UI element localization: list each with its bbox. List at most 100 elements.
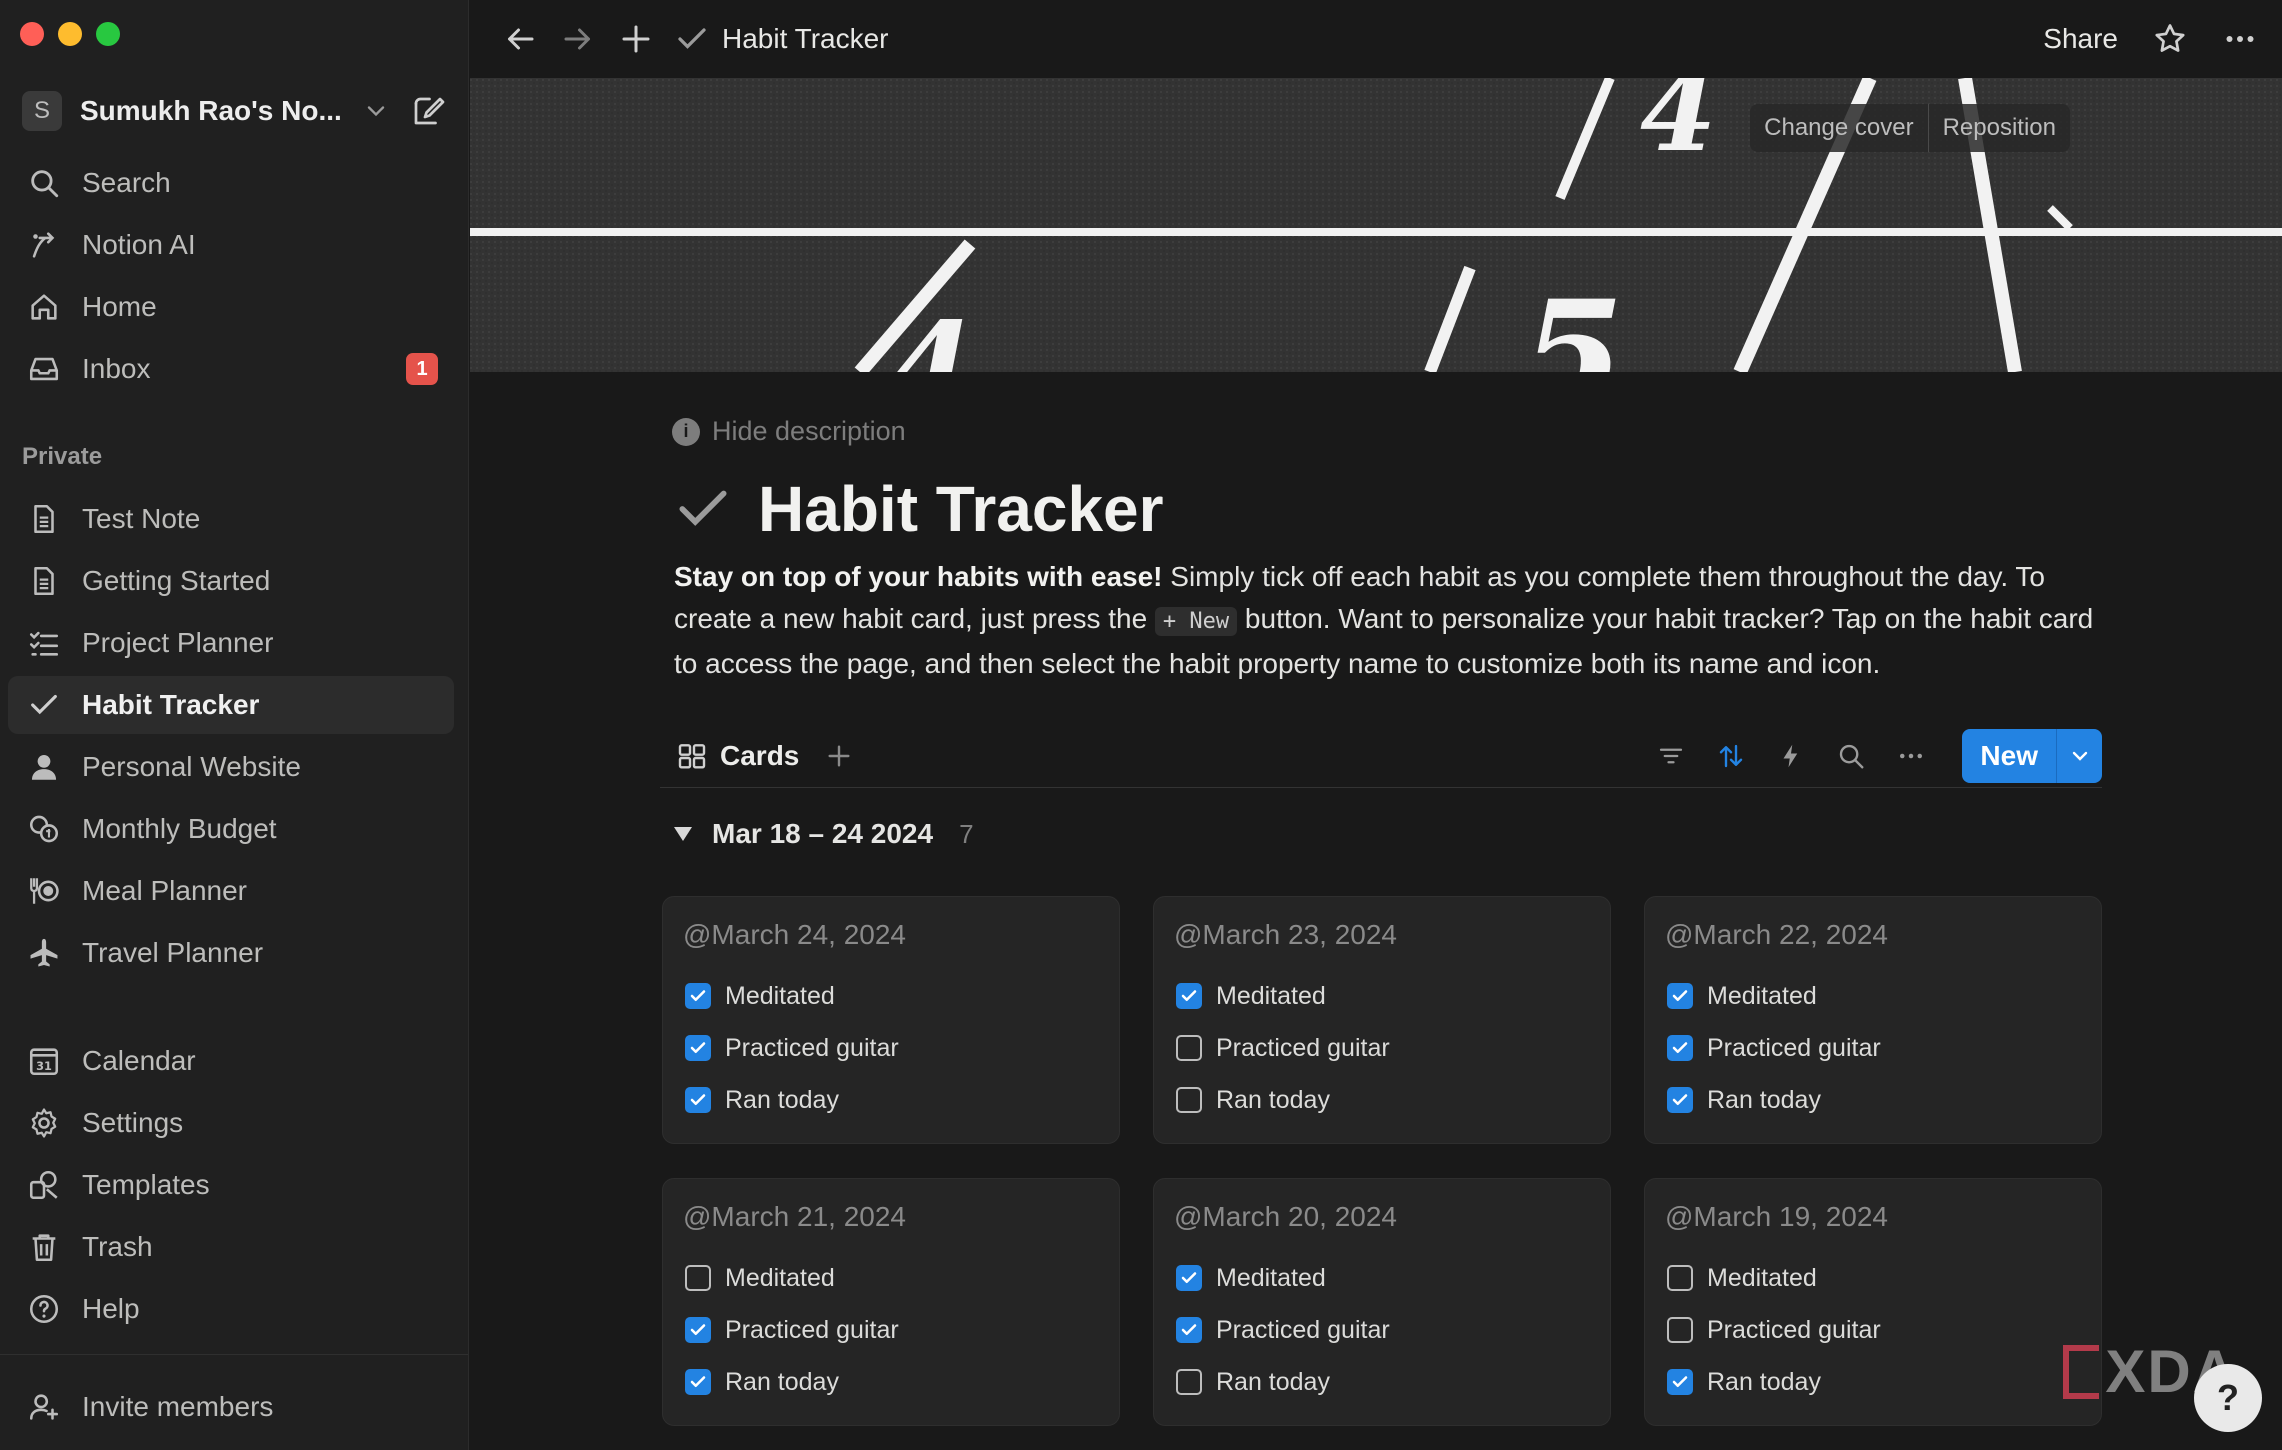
check-icon <box>26 687 62 723</box>
forward-button[interactable] <box>556 17 600 61</box>
habit-label: Ran today <box>1216 1367 1330 1396</box>
habit-card[interactable]: @March 22, 2024 Meditated Practiced guitar… <box>1644 896 2102 1144</box>
sidebar-item-habit-tracker[interactable]: Habit Tracker <box>8 676 454 734</box>
habit-checkbox[interactable] <box>1667 1087 1693 1113</box>
workspace-switcher[interactable]: S Sumukh Rao's No... <box>22 88 446 134</box>
sidebar-item-monthly-budget[interactable]: Monthly Budget <box>8 800 454 858</box>
sort-icon[interactable] <box>1716 741 1746 771</box>
group-header[interactable]: Mar 18 – 24 2024 7 <box>674 814 974 854</box>
sidebar-item-label: Monthly Budget <box>82 813 277 844</box>
hide-description-button[interactable]: i Hide description <box>672 416 906 447</box>
window-controls <box>20 22 120 46</box>
habit-checkbox[interactable] <box>1667 1265 1693 1291</box>
habit-label: Ran today <box>1216 1085 1330 1114</box>
habit-checkbox[interactable] <box>1667 983 1693 1009</box>
page-title[interactable]: Habit Tracker <box>758 472 1164 546</box>
sidebar-item-test-note[interactable]: Test Note <box>8 490 454 548</box>
sidebar-item-travel-planner[interactable]: Travel Planner <box>8 924 454 982</box>
new-page-icon[interactable] <box>410 93 446 129</box>
habit-label: Meditated <box>1216 1263 1326 1292</box>
view-tab-cards[interactable]: Cards <box>676 724 799 788</box>
sidebar-item-getting-started[interactable]: Getting Started <box>8 552 454 610</box>
calendar-icon: 31 <box>26 1043 62 1079</box>
private-section-label[interactable]: Private <box>22 443 102 471</box>
habit-checkbox[interactable] <box>1176 1317 1202 1343</box>
sidebar-item-templates[interactable]: Templates <box>8 1156 454 1214</box>
habit-checkbox[interactable] <box>1667 1369 1693 1395</box>
habit-checkbox[interactable] <box>685 1035 711 1061</box>
habit-checkbox[interactable] <box>685 1317 711 1343</box>
check-icon[interactable] <box>672 478 734 540</box>
habit-checkbox[interactable] <box>1176 1087 1202 1113</box>
add-view-icon[interactable] <box>823 740 855 772</box>
minimize-window-button[interactable] <box>58 22 82 46</box>
more-horizontal-icon[interactable] <box>1896 741 1926 771</box>
habit-checkbox[interactable] <box>685 1369 711 1395</box>
habit-checkbox[interactable] <box>1176 1035 1202 1061</box>
close-window-button[interactable] <box>20 22 44 46</box>
habit-card[interactable]: @March 21, 2024 Meditated Practiced guitar… <box>662 1178 1120 1426</box>
habit-checkbox[interactable] <box>685 1087 711 1113</box>
sidebar-item-notion-ai[interactable]: Notion AI <box>8 216 454 274</box>
help-floating-button[interactable]: ? <box>2194 1364 2262 1432</box>
habit-checkbox[interactable] <box>1176 1265 1202 1291</box>
inbox-icon <box>26 351 62 387</box>
habit-card-date: @March 24, 2024 <box>683 919 906 950</box>
habit-checkbox[interactable] <box>1176 983 1202 1009</box>
collapse-triangle-icon[interactable] <box>674 827 692 841</box>
automation-lightning-icon[interactable] <box>1776 741 1806 771</box>
maximize-window-button[interactable] <box>96 22 120 46</box>
page-description[interactable]: Stay on top of your habits with ease! Si… <box>674 556 2094 685</box>
habit-checkbox[interactable] <box>685 1265 711 1291</box>
gallery-icon <box>678 743 706 769</box>
habit-card[interactable]: @March 24, 2024 Meditated Practiced guitar… <box>662 896 1120 1144</box>
workspace-name: Sumukh Rao's No... <box>80 95 342 126</box>
sidebar-item-settings[interactable]: Settings <box>8 1094 454 1152</box>
sidebar-item-meal-planner[interactable]: Meal Planner <box>8 862 454 920</box>
gear-icon <box>26 1105 62 1141</box>
sidebar-item-calendar[interactable]: 31 Calendar <box>8 1032 454 1090</box>
habit-card[interactable]: @March 23, 2024 Meditated Practiced guitar… <box>1153 896 1611 1144</box>
new-button[interactable]: New <box>1962 729 2056 783</box>
sidebar-item-personal-website[interactable]: Personal Website <box>8 738 454 796</box>
reposition-cover-button[interactable]: Reposition <box>1927 104 2070 152</box>
sidebar-item-trash[interactable]: Trash <box>8 1218 454 1276</box>
invite-members-button[interactable]: Invite members <box>8 1378 454 1436</box>
habit-card-date: @March 23, 2024 <box>1174 919 1397 950</box>
favorite-button[interactable] <box>2148 17 2192 61</box>
habit-card[interactable]: @March 20, 2024 Meditated Practiced guitar… <box>1153 1178 1611 1426</box>
sidebar-item-search[interactable]: Search <box>8 154 454 212</box>
change-cover-button[interactable]: Change cover <box>1750 104 1927 152</box>
sidebar-item-project-planner[interactable]: Project Planner <box>8 614 454 672</box>
filter-icon[interactable] <box>1656 741 1686 771</box>
chevron-down-icon <box>2072 751 2087 761</box>
habit-card[interactable]: @March 19, 2024 Meditated Practiced guitar… <box>1644 1178 2102 1426</box>
inbox-unread-badge: 1 <box>406 353 438 385</box>
habit-checkbox[interactable] <box>1667 1035 1693 1061</box>
checkmark-icon <box>1672 1376 1688 1388</box>
group-count: 7 <box>959 818 974 849</box>
sidebar-item-home[interactable]: Home <box>8 278 454 336</box>
plus-icon <box>622 25 650 53</box>
breadcrumb-page-title[interactable]: Habit Tracker <box>722 23 889 55</box>
habit-card-date: @March 22, 2024 <box>1665 919 1888 950</box>
share-button[interactable]: Share <box>2043 23 2118 55</box>
check-icon <box>678 28 706 49</box>
back-button[interactable] <box>498 17 542 61</box>
cover-actions: Change cover Reposition <box>1750 104 2070 152</box>
notion-app-window: S Sumukh Rao's No... Search Notion AI Ho… <box>0 0 2282 1450</box>
description-bold-text: Stay on top of your habits with ease! <box>674 561 1163 592</box>
sidebar-item-label: Test Note <box>82 503 201 534</box>
sidebar-item-help[interactable]: Help <box>8 1280 454 1338</box>
new-tab-button[interactable] <box>614 17 658 61</box>
sidebar-item-inbox[interactable]: Inbox 1 <box>8 340 454 398</box>
habit-checkbox[interactable] <box>1667 1317 1693 1343</box>
habit-checkbox[interactable] <box>685 983 711 1009</box>
habit-card-date: @March 21, 2024 <box>683 1201 906 1232</box>
habit-checkbox[interactable] <box>1176 1369 1202 1395</box>
new-template-dropdown[interactable] <box>2056 728 2102 783</box>
habit-checkbox-row: Meditated <box>1176 1261 1326 1295</box>
search-icon[interactable] <box>1836 741 1866 771</box>
more-options-button[interactable] <box>2218 17 2262 61</box>
sidebar-item-label: Search <box>82 167 171 198</box>
